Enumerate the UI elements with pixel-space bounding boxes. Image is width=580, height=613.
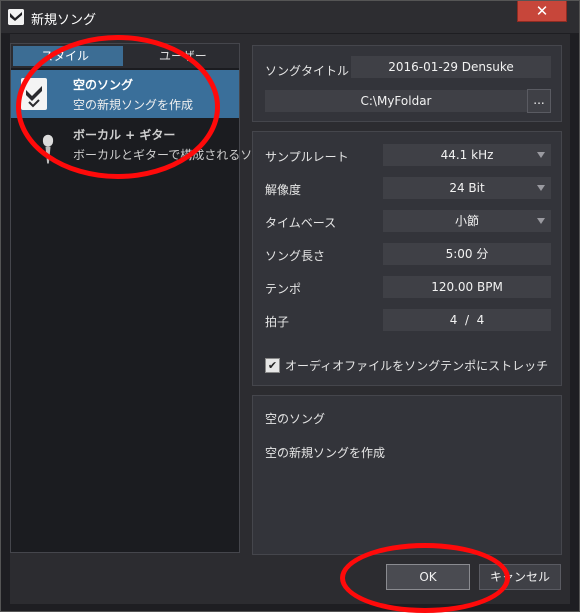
song-title-panel: ソングタイトル 2016-01-29 Densuke C:\MyFoldar .… xyxy=(252,45,562,122)
style-item-name: 空のソング xyxy=(73,78,134,92)
new-song-dialog: 新規ソング ✕ スタイル ユーザー 空のソング 空の新規ソングを作成 ボーカル xyxy=(0,0,580,612)
close-icon: ✕ xyxy=(535,2,549,20)
app-icon xyxy=(8,9,24,25)
song-title-label: ソングタイトル xyxy=(265,64,350,78)
description-panel: 空のソング 空の新規ソングを作成 xyxy=(252,395,562,555)
empty-song-icon xyxy=(21,78,47,110)
sample-rate-label: サンプルレート xyxy=(265,150,349,164)
style-item-vocal-guitar[interactable]: ボーカル + ギター ボーカルとギターで構成されるソング xyxy=(11,120,276,168)
style-tabs: スタイル ユーザー xyxy=(11,44,239,68)
ok-button[interactable]: OK xyxy=(386,564,470,590)
sample-rate-dropdown[interactable]: 44.1 kHz xyxy=(383,144,551,166)
resolution-label: 解像度 xyxy=(265,183,302,197)
style-list-panel: スタイル ユーザー 空のソング 空の新規ソングを作成 ボーカル + ギター ボー… xyxy=(10,43,276,553)
song-length-input[interactable]: 5:00 分 xyxy=(383,243,551,265)
time-signature-input[interactable]: 4 / 4 xyxy=(383,309,551,331)
chevron-down-icon xyxy=(537,218,545,224)
song-settings-panel: サンプルレート 44.1 kHz 解像度 24 Bit タイムベース 小節 ソン… xyxy=(252,131,562,386)
sample-rate-value: 44.1 kHz xyxy=(440,148,494,162)
tab-style[interactable]: スタイル xyxy=(13,46,123,66)
close-button[interactable]: ✕ xyxy=(517,1,567,22)
resolution-value: 24 Bit xyxy=(449,181,485,195)
chevron-down-icon xyxy=(537,185,545,191)
resolution-dropdown[interactable]: 24 Bit xyxy=(383,177,551,199)
style-item-empty-song[interactable]: 空のソング 空の新規ソングを作成 xyxy=(11,70,239,118)
style-item-desc: 空の新規ソングを作成 xyxy=(73,98,194,112)
style-item-desc: ボーカルとギターで構成されるソング xyxy=(73,148,277,162)
tab-user[interactable]: ユーザー xyxy=(131,46,237,66)
chevron-down-icon xyxy=(537,152,545,158)
song-folder-path-field[interactable]: C:\MyFoldar xyxy=(265,90,527,112)
timebase-label: タイムベース xyxy=(265,216,337,230)
window-title: 新規ソング xyxy=(31,13,97,28)
tempo-label: テンポ xyxy=(265,282,302,296)
description-text: 空の新規ソングを作成 xyxy=(265,446,386,460)
stretch-audio-label: オーディオファイルをソングテンポにストレッチ xyxy=(285,359,549,373)
description-title: 空のソング xyxy=(265,412,326,426)
style-item-name: ボーカル + ギター xyxy=(73,128,176,142)
title-bar[interactable]: 新規ソング ✕ xyxy=(1,1,579,33)
microphone-icon xyxy=(42,134,54,164)
browse-folder-button[interactable]: ... xyxy=(527,89,551,113)
stretch-audio-checkbox[interactable]: ✔ xyxy=(265,358,280,373)
timebase-value: 小節 xyxy=(454,214,479,228)
timebase-dropdown[interactable]: 小節 xyxy=(383,210,551,232)
song-length-label: ソング長さ xyxy=(265,249,326,263)
song-title-input[interactable]: 2016-01-29 Densuke xyxy=(351,56,551,78)
time-signature-label: 拍子 xyxy=(265,315,290,329)
cancel-button[interactable]: キャンセル xyxy=(479,564,561,590)
tempo-input[interactable]: 120.00 BPM xyxy=(383,276,551,298)
